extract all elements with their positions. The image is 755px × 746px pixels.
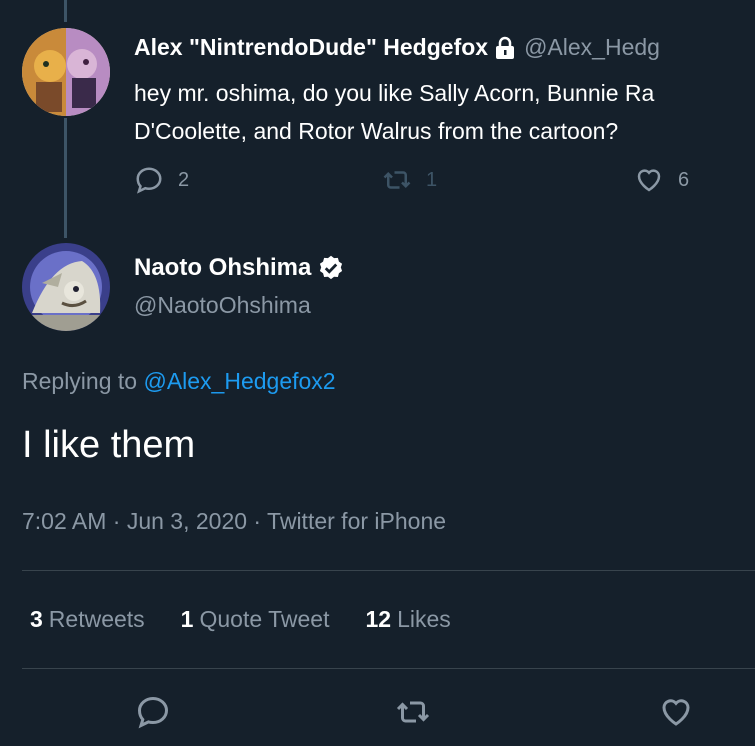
replying-to: Replying to @Alex_Hedgefox2 bbox=[22, 368, 336, 395]
replying-prefix: Replying to bbox=[22, 368, 138, 394]
main-name-row: Naoto Ohshima bbox=[134, 254, 345, 282]
retweets-count: 3 bbox=[30, 606, 43, 632]
like-button[interactable]: 6 bbox=[634, 165, 689, 195]
retweet-button[interactable]: 1 bbox=[382, 165, 437, 195]
main-handle[interactable]: @NaotoOhshima bbox=[134, 292, 311, 319]
main-actions bbox=[0, 692, 755, 736]
parent-name-row: Alex "NintrendoDude" Hedgefox @Alex_Hedg bbox=[134, 34, 660, 61]
parent-actions: 2 1 6 bbox=[134, 165, 734, 205]
likes-count: 12 bbox=[365, 606, 392, 632]
parent-display-name[interactable]: Alex "NintrendoDude" Hedgefox bbox=[134, 34, 488, 61]
divider-top bbox=[22, 570, 755, 571]
avatar-alex-image bbox=[22, 28, 110, 116]
parent-tweet-text: hey mr. oshima, do you like Sally Acorn,… bbox=[134, 74, 755, 150]
thread-line-top bbox=[64, 0, 67, 22]
retweet-icon bbox=[383, 171, 411, 189]
divider-bottom bbox=[22, 668, 755, 669]
avatar-naoto-image bbox=[22, 243, 110, 331]
quote-tweets-count: 1 bbox=[180, 606, 194, 632]
retweets-label: Retweets bbox=[48, 606, 145, 632]
quote-tweets-label: Quote Tweet bbox=[199, 606, 330, 632]
like-icon bbox=[637, 169, 661, 192]
like-icon[interactable] bbox=[658, 694, 694, 730]
reply-icon bbox=[136, 167, 162, 194]
tweet-timestamp[interactable]: 7:02 AM · Jun 3, 2020 · Twitter for iPho… bbox=[22, 508, 446, 535]
lock-icon bbox=[494, 36, 516, 60]
reply-icon[interactable] bbox=[135, 694, 171, 730]
parent-handle[interactable]: @Alex_Hedg bbox=[524, 34, 660, 61]
main-tweet-text: I like them bbox=[22, 424, 196, 466]
likes-label: Likes bbox=[397, 606, 451, 632]
thread-line bbox=[64, 118, 67, 238]
engagement-stats: 3 Retweets 1 Quote Tweet 12 Likes bbox=[30, 606, 487, 633]
avatar-naoto[interactable] bbox=[22, 243, 110, 331]
like-count: 6 bbox=[678, 168, 690, 191]
quote-tweets-stat[interactable]: 1 Quote Tweet bbox=[181, 606, 330, 633]
main-display-name[interactable]: Naoto Ohshima bbox=[134, 254, 311, 282]
retweet-count: 1 bbox=[426, 168, 438, 191]
reply-count: 2 bbox=[178, 168, 190, 191]
parent-text-line2: D'Coolette, and Rotor Walrus from the ca… bbox=[134, 118, 619, 144]
parent-text-line1: hey mr. oshima, do you like Sally Acorn,… bbox=[134, 80, 655, 106]
replying-handle-link[interactable]: @Alex_Hedgefox2 bbox=[143, 368, 335, 394]
likes-stat[interactable]: 12 Likes bbox=[365, 606, 450, 633]
retweet-icon[interactable] bbox=[395, 694, 431, 730]
retweets-stat[interactable]: 3 Retweets bbox=[30, 606, 145, 633]
verified-icon bbox=[320, 255, 343, 280]
avatar-alex[interactable] bbox=[22, 28, 110, 116]
reply-button[interactable]: 2 bbox=[134, 165, 189, 195]
